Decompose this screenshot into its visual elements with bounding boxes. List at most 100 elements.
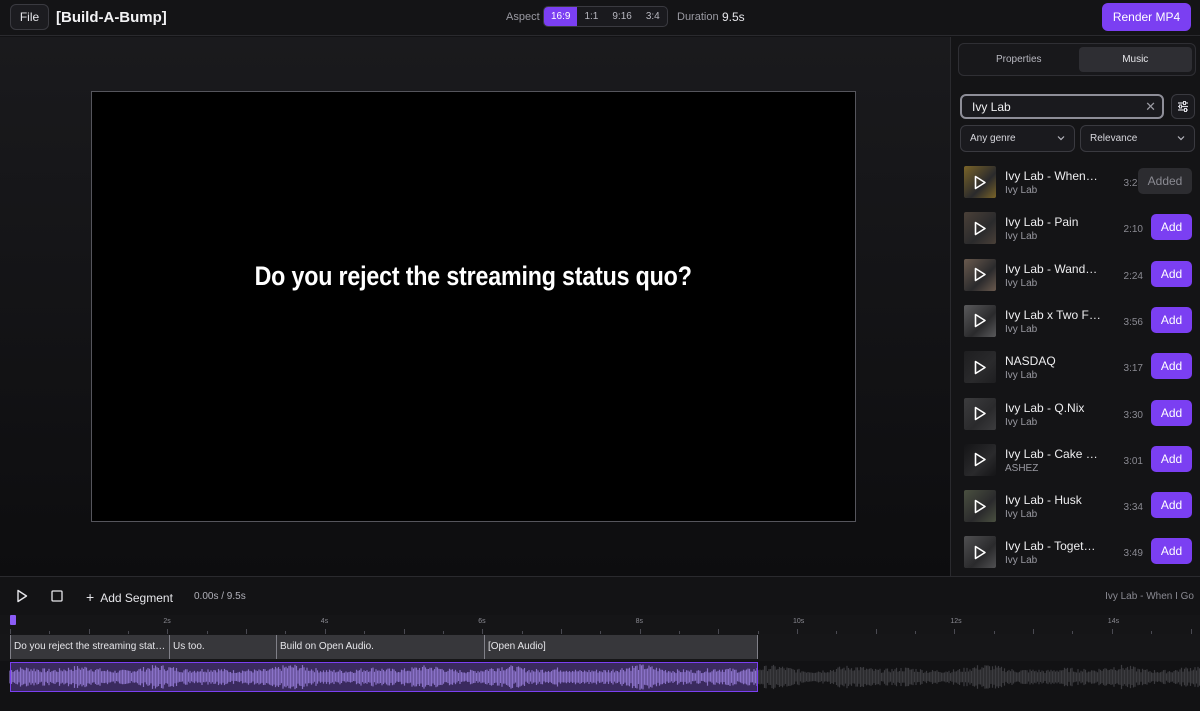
preview-caption: Do you reject the streaming status quo? bbox=[254, 261, 693, 291]
track-thumbnail[interactable] bbox=[964, 212, 996, 245]
track-artist: Ivy Lab bbox=[1005, 555, 1038, 567]
aspect-option-9-16[interactable]: 9:16 bbox=[605, 7, 638, 26]
clear-icon[interactable]: ✕ bbox=[1145, 100, 1156, 113]
track-artist: Ivy Lab bbox=[1005, 323, 1038, 335]
add-track-button[interactable]: Add bbox=[1151, 260, 1192, 287]
segment-block[interactable]: Us too. bbox=[169, 635, 276, 659]
ruler-label: 4s bbox=[320, 618, 329, 625]
track-title: NASDAQ bbox=[1005, 354, 1056, 369]
add-track-button[interactable]: Add bbox=[1151, 214, 1192, 241]
music-search-box: ✕ bbox=[960, 94, 1164, 119]
sliders-icon bbox=[1178, 101, 1188, 112]
track-title: Ivy Lab x Two Fingers bbox=[1005, 307, 1101, 322]
genre-select[interactable]: Any genre bbox=[960, 125, 1075, 152]
aspect-option-16-9[interactable]: 16:9 bbox=[544, 7, 578, 26]
track-row[interactable]: NASDAQ Ivy Lab 3:17 Add bbox=[951, 349, 1200, 395]
track-thumbnail[interactable] bbox=[964, 258, 996, 291]
aspect-label: Aspect bbox=[506, 11, 540, 23]
track-thumbnail[interactable] bbox=[964, 490, 996, 523]
ruler-label: 10s bbox=[793, 618, 805, 625]
track-row[interactable]: Ivy Lab - Together With YouIvy Lab 3:49 Ad… bbox=[951, 534, 1200, 576]
file-menu-button[interactable]: File bbox=[10, 4, 49, 30]
plus-icon: + bbox=[86, 589, 95, 605]
aspect-option-3-4[interactable]: 3:4 bbox=[639, 7, 667, 26]
track-thumbnail[interactable] bbox=[964, 443, 996, 476]
play-icon[interactable] bbox=[964, 305, 996, 337]
time-readout: 0.00s / 9.5s bbox=[194, 591, 246, 602]
render-mp4-button[interactable]: Render MP4 bbox=[1102, 3, 1191, 31]
track-row[interactable]: Ivy Lab - When I GoIvy Lab3:25Added bbox=[951, 164, 1200, 210]
play-icon[interactable] bbox=[964, 166, 996, 198]
track-duration: 2:24 bbox=[1123, 270, 1143, 282]
segment-track: Do you reject the streaming status quo? … bbox=[0, 634, 1200, 661]
play-icon[interactable] bbox=[16, 589, 28, 603]
track-artist: Ivy Lab bbox=[1005, 277, 1038, 289]
play-icon[interactable] bbox=[964, 212, 996, 244]
segment-block[interactable]: Build on Open Audio. bbox=[276, 635, 484, 659]
track-title: Ivy Lab - Together With You bbox=[1005, 539, 1101, 554]
preview-area: Do you reject the streaming status quo? bbox=[0, 37, 950, 576]
track-artist: Ivy Lab bbox=[1005, 509, 1038, 521]
duration-label: Duration bbox=[677, 11, 719, 23]
track-row[interactable]: Ivy Lab - Cake (ASHEZ Remix)ASHEZ 3:01 Add bbox=[951, 442, 1200, 488]
track-thumbnail[interactable] bbox=[964, 304, 996, 337]
track-artist: Ivy Lab bbox=[1005, 185, 1038, 196]
add-segment-button[interactable]: + Add Segment bbox=[86, 589, 173, 605]
preview-canvas[interactable]: Do you reject the streaming status quo? bbox=[91, 91, 856, 522]
track-thumbnail[interactable] bbox=[964, 166, 996, 198]
aspect-option-1-1[interactable]: 1:1 bbox=[577, 7, 605, 26]
track-duration: 2:10 bbox=[1123, 224, 1143, 236]
tab-music[interactable]: Music bbox=[1078, 47, 1192, 72]
music-track-label: Ivy Lab - When I Go bbox=[1105, 591, 1194, 602]
add-track-button[interactable]: Add bbox=[1151, 353, 1192, 380]
play-icon[interactable] bbox=[964, 536, 996, 568]
segment-block[interactable]: [Open Audio] bbox=[484, 635, 758, 659]
track-thumbnail[interactable] bbox=[964, 351, 996, 384]
track-thumbnail[interactable] bbox=[964, 536, 996, 569]
tab-properties[interactable]: Properties bbox=[962, 47, 1076, 72]
add-segment-label: Add Segment bbox=[100, 591, 173, 605]
track-row[interactable]: Ivy Lab x Two FingersIvy Lab 3:56 Add bbox=[951, 303, 1200, 349]
add-track-button[interactable]: Add bbox=[1151, 538, 1192, 565]
add-track-button[interactable]: Add bbox=[1151, 445, 1192, 472]
ruler-label: 8s bbox=[635, 618, 643, 625]
playhead[interactable] bbox=[10, 615, 16, 625]
chevron-down-icon bbox=[1177, 136, 1185, 141]
track-title: Ivy Lab - Q.Nix bbox=[1005, 400, 1085, 415]
track-artist: Ivy Lab bbox=[1005, 231, 1038, 243]
duration-value[interactable]: 9.5s bbox=[722, 10, 745, 24]
track-title: Ivy Lab - Wanderlust bbox=[1005, 261, 1101, 276]
project-title: [Build-A-Bump] bbox=[56, 9, 167, 26]
play-icon[interactable] bbox=[964, 259, 996, 291]
play-icon[interactable] bbox=[964, 490, 996, 522]
filter-settings-button[interactable] bbox=[1171, 94, 1195, 119]
track-row[interactable]: Ivy Lab - WanderlustIvy Lab 2:24 Add bbox=[951, 257, 1200, 303]
track-thumbnail[interactable] bbox=[964, 397, 996, 430]
add-track-button[interactable]: Add bbox=[1151, 306, 1192, 333]
sort-select[interactable]: Relevance bbox=[1080, 125, 1195, 152]
track-artist: Ivy Lab bbox=[1005, 370, 1038, 382]
aspect-ratio-selector: 16:9 1:1 9:16 3:4 bbox=[543, 6, 668, 27]
add-track-button[interactable]: Add bbox=[1151, 399, 1192, 426]
ruler-label: 12s bbox=[950, 618, 962, 625]
top-bar: File [Build-A-Bump] Aspect 16:9 1:1 9:16… bbox=[0, 0, 1200, 36]
track-title: Ivy Lab - Cake (ASHEZ Remix) bbox=[1005, 446, 1101, 461]
play-icon[interactable] bbox=[964, 351, 996, 383]
track-row[interactable]: Ivy Lab - Husk Ivy Lab 3:34 Add bbox=[951, 488, 1200, 534]
timeline-ruler[interactable]: 2s 4s 6s 8s 10s 12s 14s bbox=[0, 615, 1200, 634]
sort-select-value: Relevance bbox=[1090, 133, 1138, 144]
stop-icon[interactable] bbox=[51, 590, 63, 602]
track-row[interactable]: Ivy Lab - Pain Ivy Lab 2:10 Add bbox=[951, 210, 1200, 256]
track-row[interactable]: Ivy Lab - Q.Nix Ivy Lab 3:30 Add bbox=[951, 396, 1200, 442]
play-icon[interactable] bbox=[964, 444, 996, 476]
segment-block[interactable]: Do you reject the streaming status quo? bbox=[10, 635, 169, 659]
ruler-label: 14s bbox=[1107, 618, 1120, 625]
added-button[interactable]: Added bbox=[1138, 168, 1192, 194]
add-track-button[interactable]: Add bbox=[1151, 492, 1192, 519]
sidebar-tabs: Properties Music bbox=[958, 43, 1196, 76]
track-duration: 3:34 bbox=[1123, 502, 1143, 514]
play-icon[interactable] bbox=[964, 398, 996, 430]
ruler-label: 2s bbox=[163, 618, 171, 625]
music-search-input[interactable] bbox=[972, 99, 1142, 115]
audio-track[interactable] bbox=[0, 661, 1200, 711]
